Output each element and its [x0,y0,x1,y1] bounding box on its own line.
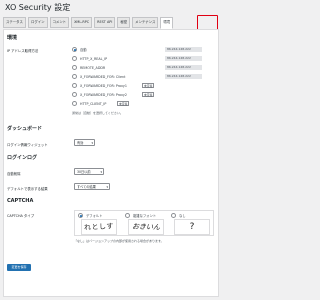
chevron-down-icon: ▾ [91,141,93,145]
captcha-option-label: 複雑なフォント [133,214,157,218]
ip-option-x-real-ip[interactable]: HTTP_X_REAL_IP [72,56,107,61]
ip-option-label: HTTP_CLIENT_IP [80,101,107,106]
radio-remote-addr[interactable] [72,65,77,70]
chevron-down-icon: ▾ [100,170,102,174]
section-title-basic: 環境 [7,35,18,41]
radio-xff-proxy1[interactable] [72,83,77,88]
auto-delete-select[interactable]: 30日以前 ▾ [74,168,104,175]
captcha-option-label: デフォルト [86,214,103,218]
ip-option-label: HTTP_X_REAL_IP [80,56,108,61]
ip-option-client-ip[interactable]: HTTP_CLIENT_IP [72,101,106,106]
captcha-type-label: CAPTCHA タイプ [7,214,35,218]
page-title: XO Security 設定 [5,3,71,12]
tab-environment[interactable]: 環境 [160,17,174,29]
save-button[interactable]: 変更を保存 [7,264,31,271]
section-title-login-log: ログインログ [7,155,38,161]
tab-bar: ステータス ログイン コメント XML-RPC REST API 秘密 メンテナ… [3,17,219,29]
select-value: 有効 [77,141,84,145]
captcha-option-complex[interactable]: 複雑なフォント [125,213,156,218]
active-tab-highlight [197,15,218,30]
select-value: すべての結果 [77,185,96,189]
tab-login[interactable]: ログイン [27,17,48,28]
undefined-badge: 未定義 [142,83,155,88]
select-value: 30日以前 [77,170,91,174]
captcha-text: おきいん [131,222,161,232]
tab-maintenance[interactable]: メンテナンス [132,17,159,28]
ip-option-label: X_FORWARDED_FOR: Proxy2 [80,92,127,97]
default-result-select[interactable]: すべての結果 ▾ [74,183,110,190]
captcha-preview-none: ? [174,219,210,235]
default-result-label: デフォルトで表示する結果 [7,187,48,191]
ip-value-remote-addr: 86.244.148.222 [165,65,202,70]
undefined-badge: 未定義 [142,92,155,97]
section-title-dashboard: ダッシュボード [7,126,43,132]
login-widget-select[interactable]: 有効 ▾ [74,139,95,146]
ip-setting-label: IP アドレス取得方法 [7,49,39,53]
radio-captcha-default[interactable] [78,213,83,218]
ip-option-label: REMOTE_ADDR [80,65,106,70]
ip-option-auto[interactable]: 自動 [72,47,87,52]
ip-option-xff-proxy1[interactable]: X_FORWARDED_FOR: Proxy1 [72,83,127,88]
radio-captcha-complex[interactable] [125,213,130,218]
ip-option-xff-client[interactable]: X_FORWARDED_FOR: Client [72,74,125,79]
captcha-preview-complex: おきいん [128,219,164,235]
radio-captcha-none[interactable] [171,213,176,218]
undefined-badge: 未定義 [117,101,130,106]
ip-option-remote-addr[interactable]: REMOTE_ADDR [72,65,105,70]
chevron-down-icon: ▾ [106,185,108,189]
auto-delete-label: 自動削除 [7,172,21,176]
radio-x-real-ip[interactable] [72,56,77,61]
ip-value-xff-client: 86.244.148.222 [165,74,202,79]
ip-option-label: X_FORWARDED_FOR: Proxy1 [80,83,127,88]
radio-auto[interactable] [72,47,77,52]
tab-status[interactable]: ステータス [3,17,26,28]
ip-value-auto: 86.244.148.222 [165,47,202,52]
captcha-option-default[interactable]: デフォルト [78,213,102,218]
ip-option-label: 自動 [80,48,87,52]
captcha-options: デフォルト 複雑なフォント なし れとしす おきいん ? [74,210,214,236]
captcha-preview-default: れとしす [81,219,117,235]
radio-xff-client[interactable] [72,74,77,79]
login-widget-label: ログイン情報ウィジェット [7,143,48,147]
question-mark-icon: ? [189,222,195,232]
captcha-text: れとしす [83,222,115,232]
captcha-note: 「なし」はバージョンアップの内部が使用される場合があります。 [74,239,164,243]
tab-comment[interactable]: コメント [49,17,70,28]
captcha-option-label: なし [179,214,186,218]
ip-setting-note: 通常は［自動］を選択してください。 [72,111,123,115]
radio-client-ip[interactable] [72,101,77,106]
radio-xff-proxy2[interactable] [72,92,77,97]
tab-rest-api[interactable]: REST API [94,17,116,28]
settings-panel: 環境 IP アドレス取得方法 自動 86.244.148.222 HTTP_X_… [3,29,219,297]
ip-value-x-real-ip: 86.244.148.222 [165,56,202,61]
captcha-option-none[interactable]: なし [171,213,186,218]
ip-option-xff-proxy2[interactable]: X_FORWARDED_FOR: Proxy2 [72,92,127,97]
section-title-captcha: CAPTCHA [7,198,34,204]
tab-xmlrpc[interactable]: XML-RPC [71,17,93,28]
tab-secret[interactable]: 秘密 [117,17,131,28]
ip-option-label: X_FORWARDED_FOR: Client [80,74,126,79]
